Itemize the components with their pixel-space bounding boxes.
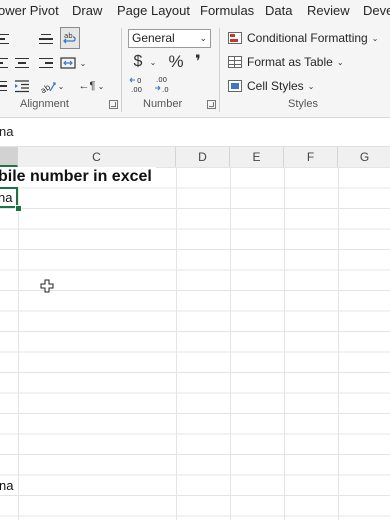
number-group-label: Number <box>143 98 183 110</box>
currency-format-button[interactable]: $ <box>131 52 145 72</box>
column-header-d[interactable]: D <box>176 147 230 167</box>
gridline <box>18 167 19 520</box>
group-separator <box>121 28 122 112</box>
group-separator <box>219 28 220 112</box>
align-right-icon[interactable] <box>37 54 55 72</box>
decrease-indent-icon[interactable] <box>0 77 8 95</box>
styles-group-label: Styles <box>288 98 318 110</box>
align-left-icon[interactable] <box>0 54 8 72</box>
worksheet-grid[interactable] <box>0 167 390 520</box>
column-header-g[interactable]: G <box>338 147 390 167</box>
tab-page-layout[interactable]: Page Layout <box>117 3 190 18</box>
name-box[interactable]: na <box>0 124 13 139</box>
column-header-c[interactable]: C <box>18 147 176 167</box>
increase-indent-icon[interactable] <box>13 77 31 95</box>
conditional-formatting-icon <box>228 32 242 44</box>
align-center-icon[interactable] <box>13 54 31 72</box>
percent-style-button[interactable]: % <box>167 52 185 72</box>
alignment-dialog-launcher-icon[interactable] <box>109 100 118 109</box>
conditional-formatting-button[interactable]: Conditional Formatting ⌄ <box>228 28 378 48</box>
orientation-icon[interactable]: ab <box>40 77 56 95</box>
number-dialog-launcher-icon[interactable] <box>207 100 216 109</box>
ribbon: ower Pivot Draw Page Layout Formulas Dat… <box>0 0 390 118</box>
tab-data[interactable]: Data <box>265 3 292 18</box>
chevron-down-icon: ⌄ <box>371 33 379 43</box>
currency-chevron-icon[interactable]: ⌄ <box>148 52 158 72</box>
number-format-value: General <box>132 31 175 45</box>
svg-text:.00: .00 <box>131 86 142 94</box>
cell-styles-button[interactable]: Cell Styles ⌄ <box>228 76 314 96</box>
cell-select-cursor-icon <box>40 279 54 293</box>
gridline <box>176 167 177 520</box>
chevron-down-icon: ⌄ <box>336 57 344 67</box>
column-headers: C D E F G <box>0 147 390 168</box>
tab-formulas[interactable]: Formulas <box>200 3 254 18</box>
tab-draw[interactable]: Draw <box>72 3 102 18</box>
gridline <box>284 167 285 520</box>
svg-text:ab: ab <box>40 82 52 93</box>
svg-text:.00: .00 <box>156 76 167 84</box>
align-top-icon[interactable] <box>0 29 10 49</box>
gridline <box>338 167 339 520</box>
chevron-down-icon: ⌄ <box>199 33 207 43</box>
conditional-formatting-label: Conditional Formatting <box>247 31 368 45</box>
gridline <box>230 167 231 520</box>
column-header-e[interactable]: E <box>230 147 284 167</box>
rtl-paragraph-icon[interactable]: ←¶ <box>78 77 96 95</box>
format-as-table-label: Format as Table <box>247 55 333 69</box>
svg-text:0: 0 <box>137 77 141 85</box>
title-cell[interactable]: bile number in excel <box>0 167 156 187</box>
number-format-select[interactable]: General ⌄ <box>128 29 211 48</box>
decrease-decimal-icon[interactable]: .00.0 <box>153 74 173 94</box>
merge-dropdown-chevron-icon[interactable]: ⌄ <box>78 54 88 72</box>
align-middle-icon[interactable] <box>37 29 55 49</box>
tab-developer[interactable]: Deve <box>363 3 390 18</box>
chevron-down-icon: ⌄ <box>307 81 315 91</box>
orientation-chevron-icon[interactable]: ⌄ <box>56 77 66 95</box>
cell-styles-icon <box>228 80 242 92</box>
column-header-b[interactable] <box>0 147 18 167</box>
format-as-table-button[interactable]: Format as Table ⌄ <box>228 52 344 72</box>
cell-styles-label: Cell Styles <box>247 79 304 93</box>
comma-style-button[interactable]: ❜ <box>192 52 204 72</box>
alignment-group-label: Alignment <box>20 98 69 110</box>
tab-review[interactable]: Review <box>307 3 350 18</box>
formula-bar-row: na <box>0 118 390 147</box>
fill-handle[interactable] <box>15 205 22 212</box>
merge-center-icon[interactable] <box>60 54 76 72</box>
wrap-text-icon[interactable]: ab <box>60 27 80 49</box>
format-as-table-icon <box>228 56 242 68</box>
column-header-f[interactable]: F <box>284 147 338 167</box>
tab-power-pivot[interactable]: ower Pivot <box>0 3 59 18</box>
increase-decimal-icon[interactable]: 0.00 <box>128 74 148 94</box>
rtl-chevron-icon[interactable]: ⌄ <box>96 77 106 95</box>
svg-text:.0: .0 <box>162 86 169 94</box>
bottom-cell[interactable]: na <box>0 476 13 496</box>
